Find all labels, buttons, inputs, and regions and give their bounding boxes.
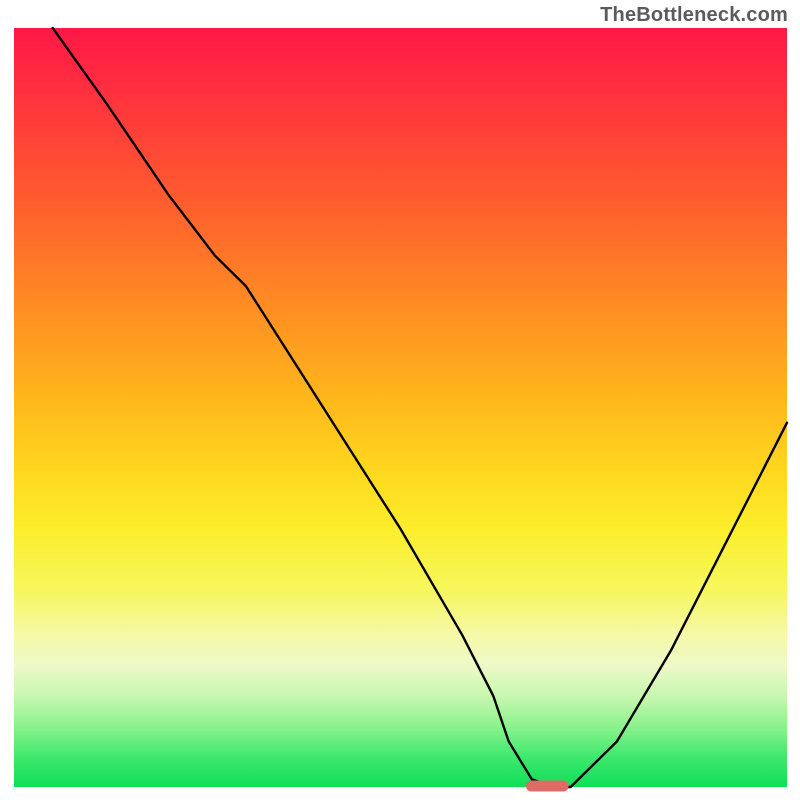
bottleneck-curve bbox=[53, 28, 787, 787]
chart-canvas: TheBottleneck.com bbox=[0, 0, 800, 800]
min-marker bbox=[526, 781, 569, 792]
chart-overlay bbox=[14, 28, 787, 787]
watermark-text: TheBottleneck.com bbox=[600, 4, 788, 27]
